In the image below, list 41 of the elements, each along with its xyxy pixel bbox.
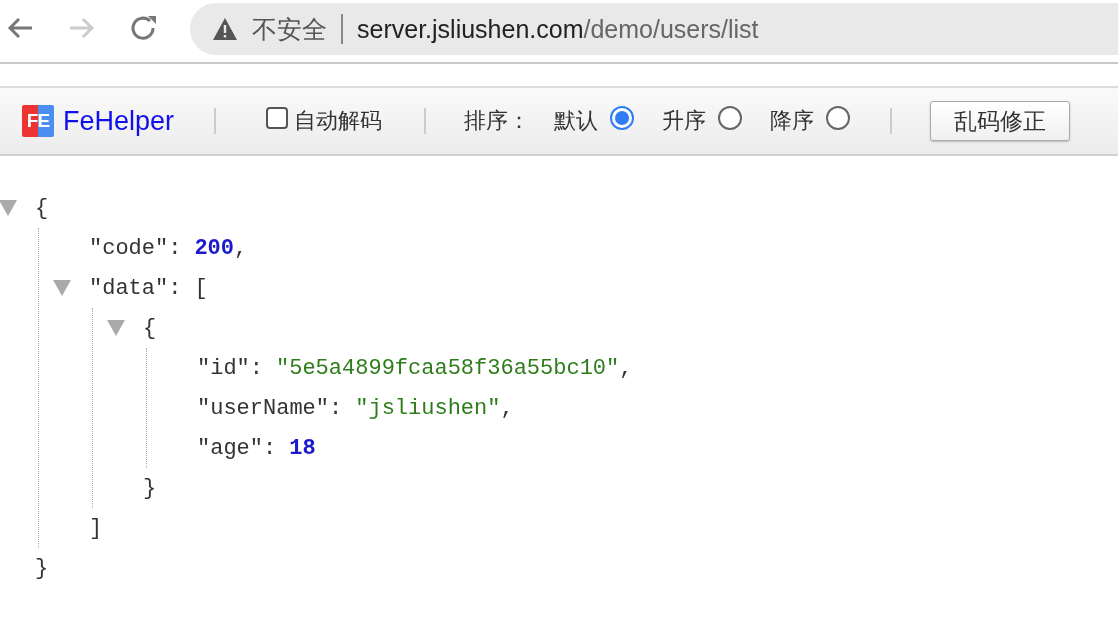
checkbox-label[interactable]: 自动解码	[294, 106, 383, 136]
colon: :	[329, 395, 343, 421]
json-value: 18	[289, 435, 316, 461]
radio-label[interactable]: 默认	[554, 106, 599, 136]
json-value: "jsliushen"	[355, 395, 501, 421]
colon: :	[249, 355, 263, 381]
colon: :	[263, 435, 277, 461]
collapse-icon[interactable]	[53, 280, 71, 296]
collapse-icon[interactable]	[0, 200, 17, 216]
colon: :	[168, 275, 182, 301]
radio-button[interactable]	[718, 106, 743, 130]
checkbox[interactable]	[266, 107, 289, 129]
comma: ,	[234, 235, 248, 261]
fix-encoding-button[interactable]: 乱码修正	[930, 101, 1071, 141]
colon: :	[168, 235, 182, 261]
json-key: "userName"	[197, 395, 330, 421]
json-key: "id"	[197, 355, 250, 381]
open-bracket: {	[143, 315, 157, 341]
brand-name: FeHelper	[63, 105, 175, 137]
json-value: 200	[194, 235, 235, 261]
close-bracket: ]	[89, 515, 103, 541]
sort-label: 排序：	[464, 107, 531, 135]
radio-label[interactable]: 升序	[662, 106, 707, 136]
radio-label[interactable]: 降序	[770, 106, 815, 136]
security-label[interactable]: 不安全	[252, 12, 327, 46]
json-key: "code"	[89, 235, 169, 261]
radio-button[interactable]	[610, 106, 635, 130]
open-bracket: {	[35, 195, 49, 221]
open-bracket: [	[194, 275, 208, 301]
address-bar[interactable]: 不安全 server.jsliushen.com/demo/users/list	[190, 3, 1118, 55]
close-bracket: }	[35, 555, 49, 581]
json-key: "data"	[89, 275, 169, 301]
url-text[interactable]: server.jsliushen.com/demo/users/list	[357, 14, 759, 44]
comma: ,	[619, 355, 633, 381]
collapse-icon[interactable]	[107, 320, 125, 336]
json-key: "age"	[197, 435, 263, 461]
close-bracket: }	[143, 475, 157, 501]
comma: ,	[500, 395, 514, 421]
radio-button[interactable]	[826, 106, 851, 130]
json-value: "5e5a4899fcaa58f36a55bc10"	[276, 355, 620, 381]
warning-icon[interactable]	[212, 17, 238, 41]
